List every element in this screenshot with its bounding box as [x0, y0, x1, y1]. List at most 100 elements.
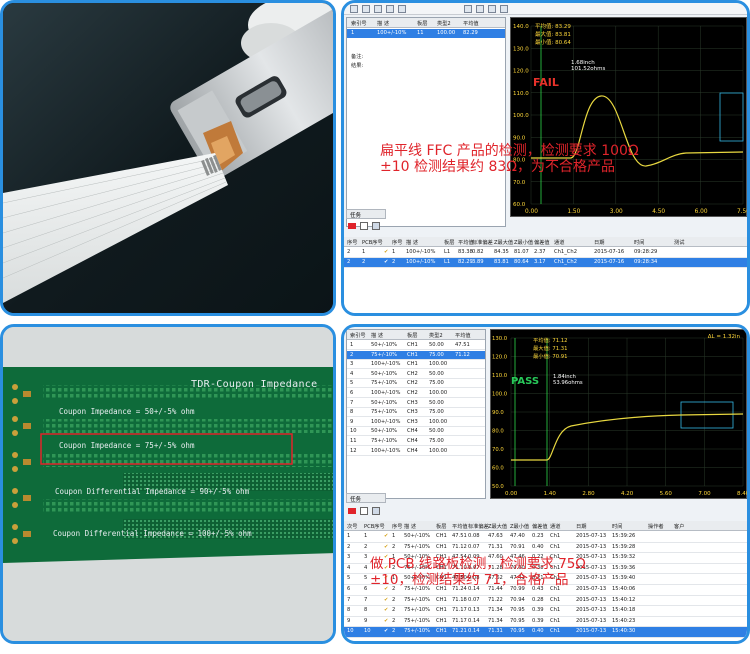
save-icon[interactable]	[374, 5, 382, 13]
column-header[interactable]: 时间	[612, 523, 622, 530]
caption-line-2: ±10 检测结果约 83Ω，为不合格产品	[380, 159, 615, 176]
caption-pass: 做 PCB 线路板检测，检测要求 75Ω ±10，检测结果约 71，合格产品	[370, 556, 586, 588]
pcb-coupon-board	[3, 327, 333, 641]
table-row[interactable]: ✔ 2 1 1 100+/-10% L1 83.38 0.82 84.35 81.07 2.37 Ch…	[344, 248, 747, 258]
column-header[interactable]: Z最小值	[510, 523, 529, 530]
tool-icon[interactable]	[464, 5, 472, 13]
table-row[interactable]: ✔ 9 9 2 75+/-10% CH1 71.17 0.14 71.34 70.95 0.39 Ch…	[344, 617, 747, 628]
delete-icon[interactable]	[348, 223, 356, 229]
column-header[interactable]: 通道	[554, 239, 564, 246]
column-header[interactable]: 偏差值	[534, 239, 550, 246]
tdr-graph[interactable]: 130.0 120.0 110.0 100.0 90.0 80.0 70.0 60.0 50.0…	[490, 329, 747, 499]
column-header[interactable]: 日期	[594, 239, 604, 246]
check-icon[interactable]: ✔	[384, 607, 388, 613]
table-row[interactable]: ✔ 2 2 2 75+/-10% CH1 71.12 0.07 71.31 70.91 0.40 Ch…	[344, 543, 747, 554]
column-header[interactable]: PCB序号	[364, 523, 385, 530]
column-header[interactable]: 序号	[347, 239, 357, 246]
column-header[interactable]: Z最大值	[494, 239, 513, 246]
x-tick-label: 4.50	[652, 209, 665, 215]
table-row[interactable]: ✔ 2 2 2 100+/-10% L1 82.29 3.89 83.81 80.64 3.17 Ch…	[344, 258, 747, 268]
table-row[interactable]: ✔ 7 7 2 75+/-10% CH1 71.18 0.07 71.22 70.94 0.28 Ch…	[344, 596, 747, 607]
table-row[interactable]: 8 75+/-10% CH3 75.00	[347, 408, 485, 418]
column-header[interactable]: 平均值	[452, 523, 468, 530]
cell: 1	[392, 249, 396, 255]
column-header[interactable]: PCB序号	[362, 239, 383, 246]
cell: CH4	[407, 428, 418, 435]
column-header[interactable]: Z最小值	[514, 239, 533, 246]
table-row[interactable]: 11 75+/-10% CH4 75.00	[347, 437, 485, 446]
table-row[interactable]: 9 100+/-10% CH3 100.00	[347, 418, 485, 427]
check-icon[interactable]: ✔	[384, 597, 388, 603]
cell: 50+/-10%	[371, 370, 398, 377]
export-icon[interactable]	[372, 222, 380, 230]
column-header[interactable]: 描 述	[404, 523, 416, 530]
column-header[interactable]: 通道	[550, 523, 560, 530]
table-row[interactable]: 6 100+/-10% CH2 100.00	[347, 389, 485, 398]
print-icon[interactable]	[386, 5, 394, 13]
column-header[interactable]: 描 述	[406, 239, 418, 246]
export-icon[interactable]	[372, 507, 380, 515]
result-table[interactable]: 序号 PCB序号 序号描 述板层 平均值 标准偏差 Z最大值 Z最小值 偏差值 通道 日期 时间 测试…	[344, 237, 747, 313]
table-row[interactable]: 1 100+/-10% 11 100.00 82.29	[347, 29, 505, 38]
table-row[interactable]: 3 100+/-10% CH1 100.00	[347, 360, 485, 370]
column-header[interactable]: 日期	[576, 523, 586, 530]
column-header[interactable]: 序号	[392, 239, 402, 246]
delete-icon[interactable]	[348, 508, 356, 514]
column-header[interactable]: 序号	[392, 523, 402, 530]
table-row[interactable]: 5 75+/-10% CH2 75.00	[347, 379, 485, 389]
column-header[interactable]: 客户	[674, 523, 684, 530]
y-tick-label: 70.0	[513, 180, 526, 186]
check-icon[interactable]: ✔	[384, 259, 388, 265]
y-tick-label: 110.0	[492, 373, 508, 379]
check-icon[interactable]: ✔	[384, 618, 388, 624]
column-header[interactable]: 操作者	[648, 523, 664, 530]
column-header[interactable]: 偏差值	[532, 523, 548, 530]
tool-icon[interactable]	[500, 5, 508, 13]
column-header[interactable]: 次号	[347, 523, 357, 530]
tab-task[interactable]: 任务	[346, 209, 386, 219]
cell: 5	[347, 575, 351, 582]
table-row[interactable]: ✔ 1 1 1 50+/-10% CH1 47.51 0.08 47.63 47.40 0.23 Ch…	[344, 532, 747, 543]
index-grid[interactable]: 索引号 描 述 板层 类型2 平均值 1 100+/-10% 11 100.00…	[346, 17, 506, 227]
cell: Ch1_Ch2	[554, 249, 578, 255]
check-icon[interactable]: ✔	[384, 249, 388, 255]
table-row[interactable]: 7 50+/-10% CH3 50.00	[347, 399, 485, 408]
cursor-readout: 1.68inch 101.52ohms	[571, 60, 605, 72]
tab-task[interactable]: 任务	[346, 493, 386, 503]
cell: 100.00	[429, 390, 448, 396]
tool-icon[interactable]	[476, 5, 484, 13]
cell: 100.00	[437, 30, 456, 36]
column-header[interactable]: 测试	[674, 239, 684, 246]
table-row[interactable]: ✔ 10 10 2 75+/-10% CH1 71.21 0.14 71.31 70.95 0.40…	[344, 627, 747, 638]
index-grid[interactable]: 索引号 描 述 板层 类型2 平均值 1 50+/-10% CH1 50.00 47.5…	[346, 329, 486, 499]
table-row[interactable]: 4 50+/-10% CH2 50.00	[347, 370, 485, 379]
table-row[interactable]: 12 100+/-10% CH4 100.00	[347, 447, 485, 456]
column-header[interactable]: 时间	[634, 239, 644, 246]
new-icon[interactable]	[350, 5, 358, 13]
edit-icon[interactable]	[360, 222, 368, 230]
table-row[interactable]: 2 75+/-10% CH1 75.00 71.12	[347, 350, 485, 360]
tool-icon[interactable]	[488, 5, 496, 13]
open-icon[interactable]	[362, 5, 370, 13]
settings-icon[interactable]	[398, 5, 406, 13]
check-icon[interactable]: ✔	[384, 544, 388, 550]
grid-col-desc: 描 述	[371, 333, 384, 339]
column-header[interactable]: Z最大值	[488, 523, 507, 530]
table-row[interactable]: 1 50+/-10% CH1 50.00 47.51	[347, 341, 485, 350]
check-icon[interactable]: ✔	[384, 628, 388, 634]
table-row[interactable]: ✔ 8 8 2 75+/-10% CH1 71.17 0.13 71.34 70.95 0.39 Ch…	[344, 606, 747, 617]
table-row[interactable]: 10 50+/-10% CH4 50.00	[347, 427, 485, 437]
cell: 15:40:18	[612, 607, 636, 614]
cell: 70.95	[510, 607, 525, 614]
cell: Ch1	[550, 617, 561, 624]
check-icon[interactable]: ✔	[384, 533, 388, 539]
column-header[interactable]: 板层	[436, 523, 446, 530]
column-header[interactable]: 标准偏差	[472, 239, 493, 246]
tdr-graph[interactable]: 140.0 130.0 120.0 110.0 100.0 90.0 80.0 70.0 60.…	[510, 17, 747, 217]
y-tick-label: 90.0	[513, 135, 526, 141]
column-header[interactable]: 板层	[444, 239, 454, 246]
edit-icon[interactable]	[360, 507, 368, 515]
column-header[interactable]: 标准偏差	[468, 523, 489, 530]
cell: 50+/-10%	[371, 342, 398, 348]
cell: 8	[350, 409, 354, 416]
